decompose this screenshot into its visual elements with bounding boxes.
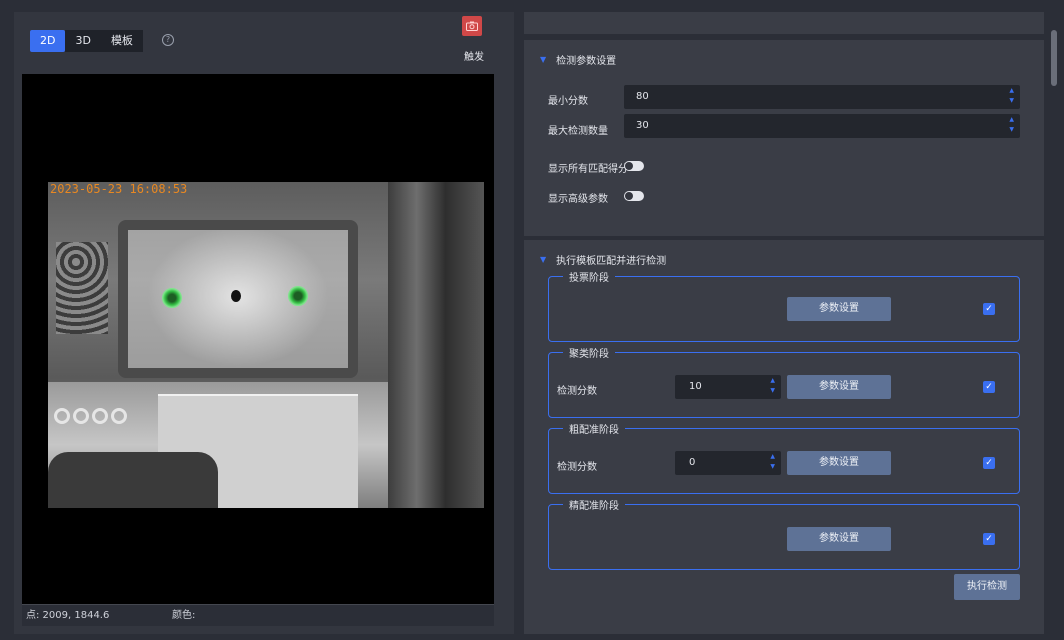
score-input[interactable]: 0 ▲ ▼ bbox=[675, 451, 781, 475]
stage-enable-checkbox[interactable]: ✓ bbox=[983, 457, 995, 469]
show-advanced-label: 显示高级参数 bbox=[548, 194, 608, 205]
stage-voting: 投票阶段 参数设置 ✓ bbox=[548, 269, 1020, 342]
stage-enable-checkbox[interactable]: ✓ bbox=[983, 533, 995, 545]
settings-panel: ▼ 检测参数设置 最小分数 80 ▲ ▼ 最大检测数量 30 ▲ ▼ 显示所有匹… bbox=[524, 12, 1044, 634]
stage-enable-checkbox[interactable]: ✓ bbox=[983, 381, 995, 393]
trigger-button[interactable] bbox=[462, 16, 482, 36]
section-title: 检测参数设置 bbox=[556, 56, 617, 67]
scene-rings bbox=[54, 408, 127, 424]
min-score-label: 最小分数 bbox=[548, 96, 588, 107]
stage-fine-registration: 精配准阶段 参数设置 ✓ bbox=[548, 497, 1020, 570]
camera-icon bbox=[466, 21, 478, 31]
settings-scrollbar-thumb[interactable] bbox=[1051, 30, 1057, 86]
collapse-triangle-icon: ▼ bbox=[540, 255, 547, 264]
stepper-up-icon[interactable]: ▲ bbox=[770, 454, 775, 460]
ring bbox=[111, 408, 127, 424]
stepper-up-icon[interactable]: ▲ bbox=[1009, 88, 1014, 94]
image-viewport[interactable]: 2023-05-23 16:08:53 bbox=[22, 74, 494, 604]
settings-topbar bbox=[524, 12, 1044, 34]
detection-params-section: ▼ 检测参数设置 最小分数 80 ▲ ▼ 最大检测数量 30 ▲ ▼ 显示所有匹… bbox=[524, 40, 1044, 236]
stage-title: 粗配准阶段 bbox=[563, 421, 625, 436]
template-matching-section: ▼ 执行模板匹配并进行检测 投票阶段 参数设置 ✓ 聚类阶段 检测分数 10 ▲… bbox=[524, 240, 1044, 634]
tab-2d[interactable]: 2D bbox=[30, 30, 66, 52]
score-stepper[interactable]: ▲ ▼ bbox=[770, 454, 775, 470]
max-count-label: 最大检测数量 bbox=[548, 126, 608, 137]
score-label: 检测分数 bbox=[557, 386, 597, 397]
stage-enable-checkbox[interactable]: ✓ bbox=[983, 303, 995, 315]
scene-cable-wall bbox=[388, 182, 484, 508]
param-settings-button[interactable]: 参数设置 bbox=[787, 527, 891, 551]
max-count-input[interactable]: 30 ▲ ▼ bbox=[624, 114, 1020, 138]
settings-scrollbar[interactable] bbox=[1050, 12, 1058, 634]
show-all-scores-toggle[interactable] bbox=[624, 161, 644, 171]
app-root: 2D 3D 模板 ? 触发 2023-05-23 16:08:53 点: 200… bbox=[0, 0, 1064, 640]
detection-params-header[interactable]: ▼ 检测参数设置 bbox=[540, 52, 616, 67]
param-settings-button[interactable]: 参数设置 bbox=[787, 451, 891, 475]
camera-image: 2023-05-23 16:08:53 bbox=[48, 182, 484, 508]
match-marker bbox=[288, 286, 308, 306]
param-settings-button[interactable]: 参数设置 bbox=[787, 375, 891, 399]
stepper-down-icon[interactable]: ▼ bbox=[770, 388, 775, 394]
image-panel: 2D 3D 模板 ? 触发 2023-05-23 16:08:53 点: 200… bbox=[14, 12, 514, 634]
image-timestamp: 2023-05-23 16:08:53 bbox=[50, 182, 188, 196]
max-count-value: 30 bbox=[636, 120, 649, 131]
color-readout: 颜色: bbox=[172, 610, 196, 621]
tab-3d[interactable]: 3D bbox=[65, 30, 101, 52]
tab-template[interactable]: 模板 bbox=[100, 30, 143, 52]
section-title: 执行模板匹配并进行检测 bbox=[556, 256, 667, 267]
help-icon[interactable]: ? bbox=[162, 34, 174, 46]
stepper-up-icon[interactable]: ▲ bbox=[770, 378, 775, 384]
stage-clustering: 聚类阶段 检测分数 10 ▲ ▼ 参数设置 ✓ bbox=[548, 345, 1020, 418]
scene-parts-pile bbox=[56, 242, 108, 334]
view-mode-tabs: 2D 3D 模板 bbox=[30, 30, 143, 52]
max-count-stepper[interactable]: ▲ ▼ bbox=[1009, 117, 1014, 133]
score-input[interactable]: 10 ▲ ▼ bbox=[675, 375, 781, 399]
stage-title: 精配准阶段 bbox=[563, 497, 625, 512]
ring bbox=[73, 408, 89, 424]
score-value: 0 bbox=[689, 457, 696, 468]
param-settings-button[interactable]: 参数设置 bbox=[787, 297, 891, 321]
show-all-scores-label: 显示所有匹配得分 bbox=[548, 164, 628, 175]
trigger-label: 触发 bbox=[464, 52, 484, 63]
stepper-down-icon[interactable]: ▼ bbox=[770, 464, 775, 470]
min-score-stepper[interactable]: ▲ ▼ bbox=[1009, 88, 1014, 104]
status-bar: 点: 2009, 1844.6 颜色: bbox=[22, 604, 494, 626]
score-label: 检测分数 bbox=[557, 462, 597, 473]
execute-detection-button[interactable]: 执行检测 bbox=[954, 574, 1020, 600]
cursor-point-readout: 点: 2009, 1844.6 bbox=[26, 610, 110, 621]
min-score-input[interactable]: 80 ▲ ▼ bbox=[624, 85, 1020, 109]
stepper-down-icon[interactable]: ▼ bbox=[1009, 98, 1014, 104]
stepper-up-icon[interactable]: ▲ bbox=[1009, 117, 1014, 123]
score-value: 10 bbox=[689, 381, 702, 392]
score-stepper[interactable]: ▲ ▼ bbox=[770, 378, 775, 394]
min-score-value: 80 bbox=[636, 91, 649, 102]
template-matching-header[interactable]: ▼ 执行模板匹配并进行检测 bbox=[540, 252, 666, 267]
stage-title: 聚类阶段 bbox=[563, 345, 615, 360]
scene-machine bbox=[48, 452, 218, 508]
collapse-triangle-icon: ▼ bbox=[540, 55, 547, 64]
ring bbox=[92, 408, 108, 424]
stage-coarse-registration: 粗配准阶段 检测分数 0 ▲ ▼ 参数设置 ✓ bbox=[548, 421, 1020, 494]
stepper-down-icon[interactable]: ▼ bbox=[1009, 127, 1014, 133]
show-advanced-toggle[interactable] bbox=[624, 191, 644, 201]
ring bbox=[54, 408, 70, 424]
match-marker bbox=[162, 288, 182, 308]
center-hole bbox=[231, 290, 241, 302]
stage-title: 投票阶段 bbox=[563, 269, 615, 284]
